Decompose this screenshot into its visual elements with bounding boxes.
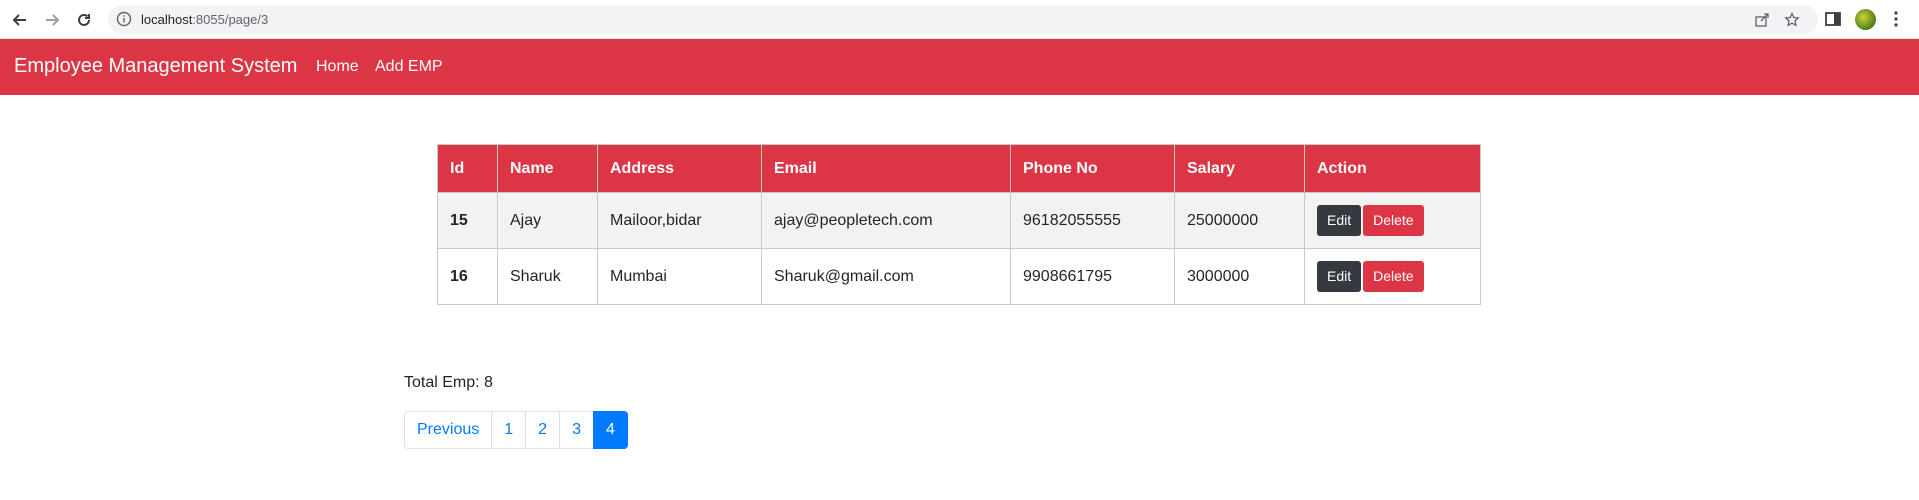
side-panel-icon[interactable]	[1824, 10, 1842, 28]
edit-button[interactable]: Edit	[1317, 261, 1362, 292]
pagination-page-2[interactable]: 2	[525, 411, 561, 449]
reload-icon[interactable]	[72, 8, 96, 32]
back-icon[interactable]	[8, 8, 32, 32]
pagination: Previous 1 2 3 4	[404, 411, 628, 449]
cell-phone: 96182055555	[1010, 192, 1175, 249]
cell-phone: 9908661795	[1010, 248, 1175, 305]
delete-button[interactable]: Delete	[1363, 205, 1424, 236]
cell-id: 16	[437, 248, 498, 305]
app-navbar: Employee Management System Home Add EMP	[0, 39, 1919, 95]
col-header-name: Name	[497, 144, 598, 193]
pagination-page-4[interactable]: 4	[592, 411, 628, 449]
pagination-previous[interactable]: Previous	[404, 411, 493, 449]
cell-salary: 3000000	[1174, 248, 1305, 305]
cell-action: Edit Delete	[1304, 248, 1481, 305]
table-header-row: Id Name Address Email Phone No Salary Ac…	[437, 144, 1481, 193]
cell-name: Ajay	[497, 192, 598, 249]
col-header-email: Email	[761, 144, 1011, 193]
address-bar[interactable]: localhost:8055/page/3	[108, 5, 1818, 34]
cell-name: Sharuk	[497, 248, 598, 305]
col-header-id: Id	[437, 144, 498, 193]
delete-button[interactable]: Delete	[1363, 261, 1424, 292]
cell-email: ajay@peopletech.com	[761, 192, 1011, 249]
table-row: 16 Sharuk Mumbai Sharuk@gmail.com 990866…	[437, 248, 1481, 305]
table-row: 15 Ajay Mailoor,bidar ajay@peopletech.co…	[437, 192, 1481, 249]
total-employees-text: Total Emp: 8	[404, 374, 493, 391]
cell-action: Edit Delete	[1304, 192, 1481, 249]
forward-icon[interactable]	[40, 8, 64, 32]
cell-email: Sharuk@gmail.com	[761, 248, 1011, 305]
col-header-action: Action	[1304, 144, 1481, 193]
cell-salary: 25000000	[1174, 192, 1305, 249]
edit-button[interactable]: Edit	[1317, 205, 1362, 236]
nav-link-home[interactable]: Home	[316, 58, 359, 76]
profile-avatar[interactable]	[1855, 9, 1876, 30]
share-icon[interactable]	[1754, 12, 1770, 28]
col-header-address: Address	[597, 144, 762, 193]
col-header-phone: Phone No	[1010, 144, 1175, 193]
site-info-icon[interactable]	[116, 11, 132, 27]
nav-link-add-emp[interactable]: Add EMP	[375, 58, 443, 76]
cell-id: 15	[437, 192, 498, 249]
browser-toolbar: localhost:8055/page/3	[0, 0, 1919, 39]
employee-table: Id Name Address Email Phone No Salary Ac…	[437, 144, 1481, 305]
url-text: localhost:8055/page/3	[141, 12, 269, 27]
menu-kebab-icon[interactable]	[1893, 10, 1899, 28]
pagination-page-3[interactable]: 3	[559, 411, 594, 449]
bookmark-star-icon[interactable]	[1784, 12, 1800, 28]
col-header-salary: Salary	[1174, 144, 1305, 193]
cell-address: Mumbai	[597, 248, 762, 305]
pagination-page-1[interactable]: 1	[491, 411, 527, 449]
cell-address: Mailoor,bidar	[597, 192, 762, 249]
navbar-brand[interactable]: Employee Management System	[14, 55, 297, 78]
